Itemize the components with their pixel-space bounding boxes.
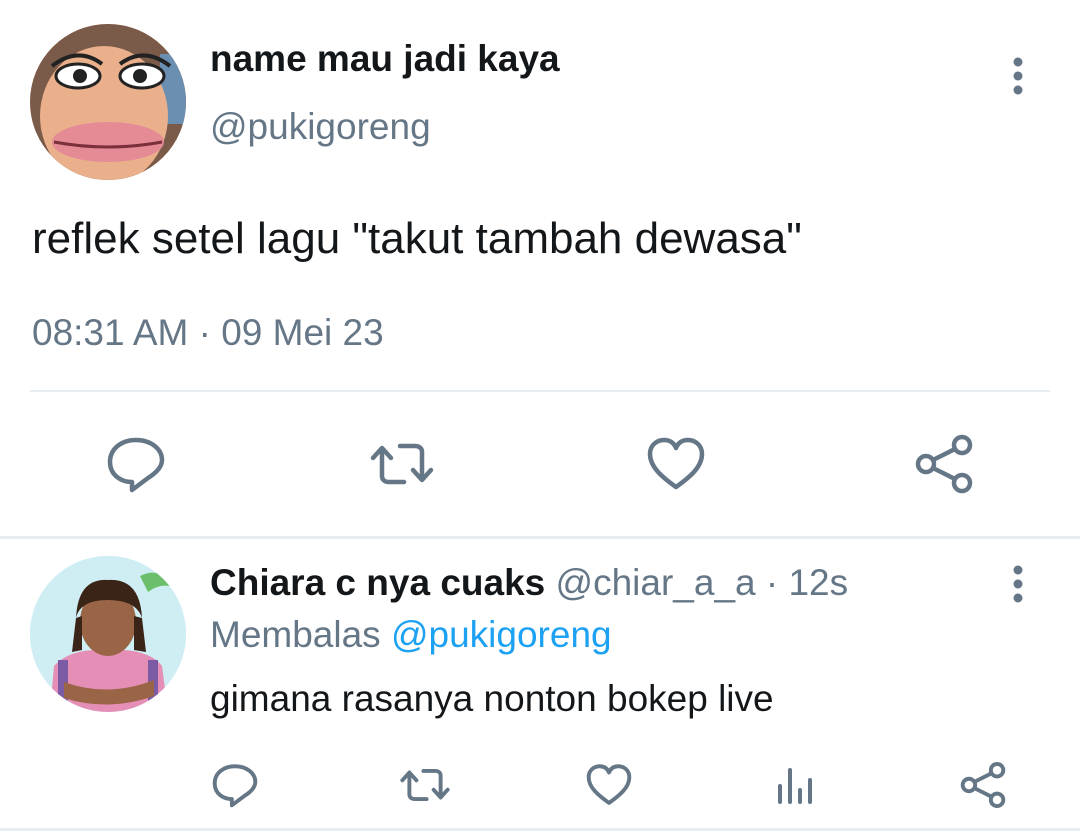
- replying-prefix: Membalas: [210, 614, 381, 655]
- author-display-name[interactable]: name mau jadi kaya: [210, 38, 560, 80]
- replying-to: Membalas @pukigoreng: [210, 614, 612, 656]
- reply-author-handle-time[interactable]: @chiar_a_a · 12s: [556, 562, 849, 603]
- retweet-icon[interactable]: [400, 760, 450, 810]
- reply-icon[interactable]: [210, 760, 260, 810]
- tweet-timestamp[interactable]: 08:31 AM · 09 Mei 23: [32, 312, 384, 354]
- analytics-icon[interactable]: [770, 760, 820, 810]
- like-icon[interactable]: [644, 432, 708, 496]
- divider: [30, 390, 1050, 392]
- more-vertical-icon[interactable]: [1000, 56, 1036, 96]
- divider: [0, 828, 1080, 831]
- reply-icon[interactable]: [104, 432, 168, 496]
- share-icon[interactable]: [912, 432, 976, 496]
- author-handle[interactable]: @pukigoreng: [210, 106, 431, 148]
- more-vertical-icon[interactable]: [1000, 564, 1036, 604]
- retweet-icon[interactable]: [370, 432, 434, 496]
- tweet-text: reflek setel lagu "takut tambah dewasa": [32, 214, 802, 263]
- reply-author-avatar[interactable]: [30, 556, 186, 712]
- author-avatar[interactable]: [30, 24, 186, 180]
- reply-text: gimana rasanya nonton bokep live: [210, 678, 774, 719]
- share-icon[interactable]: [958, 760, 1008, 810]
- divider: [0, 536, 1080, 539]
- like-icon[interactable]: [584, 760, 634, 810]
- replying-to-mention[interactable]: @pukigoreng: [391, 614, 612, 655]
- reply-author-display-name[interactable]: Chiara c nya cuaks: [210, 562, 545, 603]
